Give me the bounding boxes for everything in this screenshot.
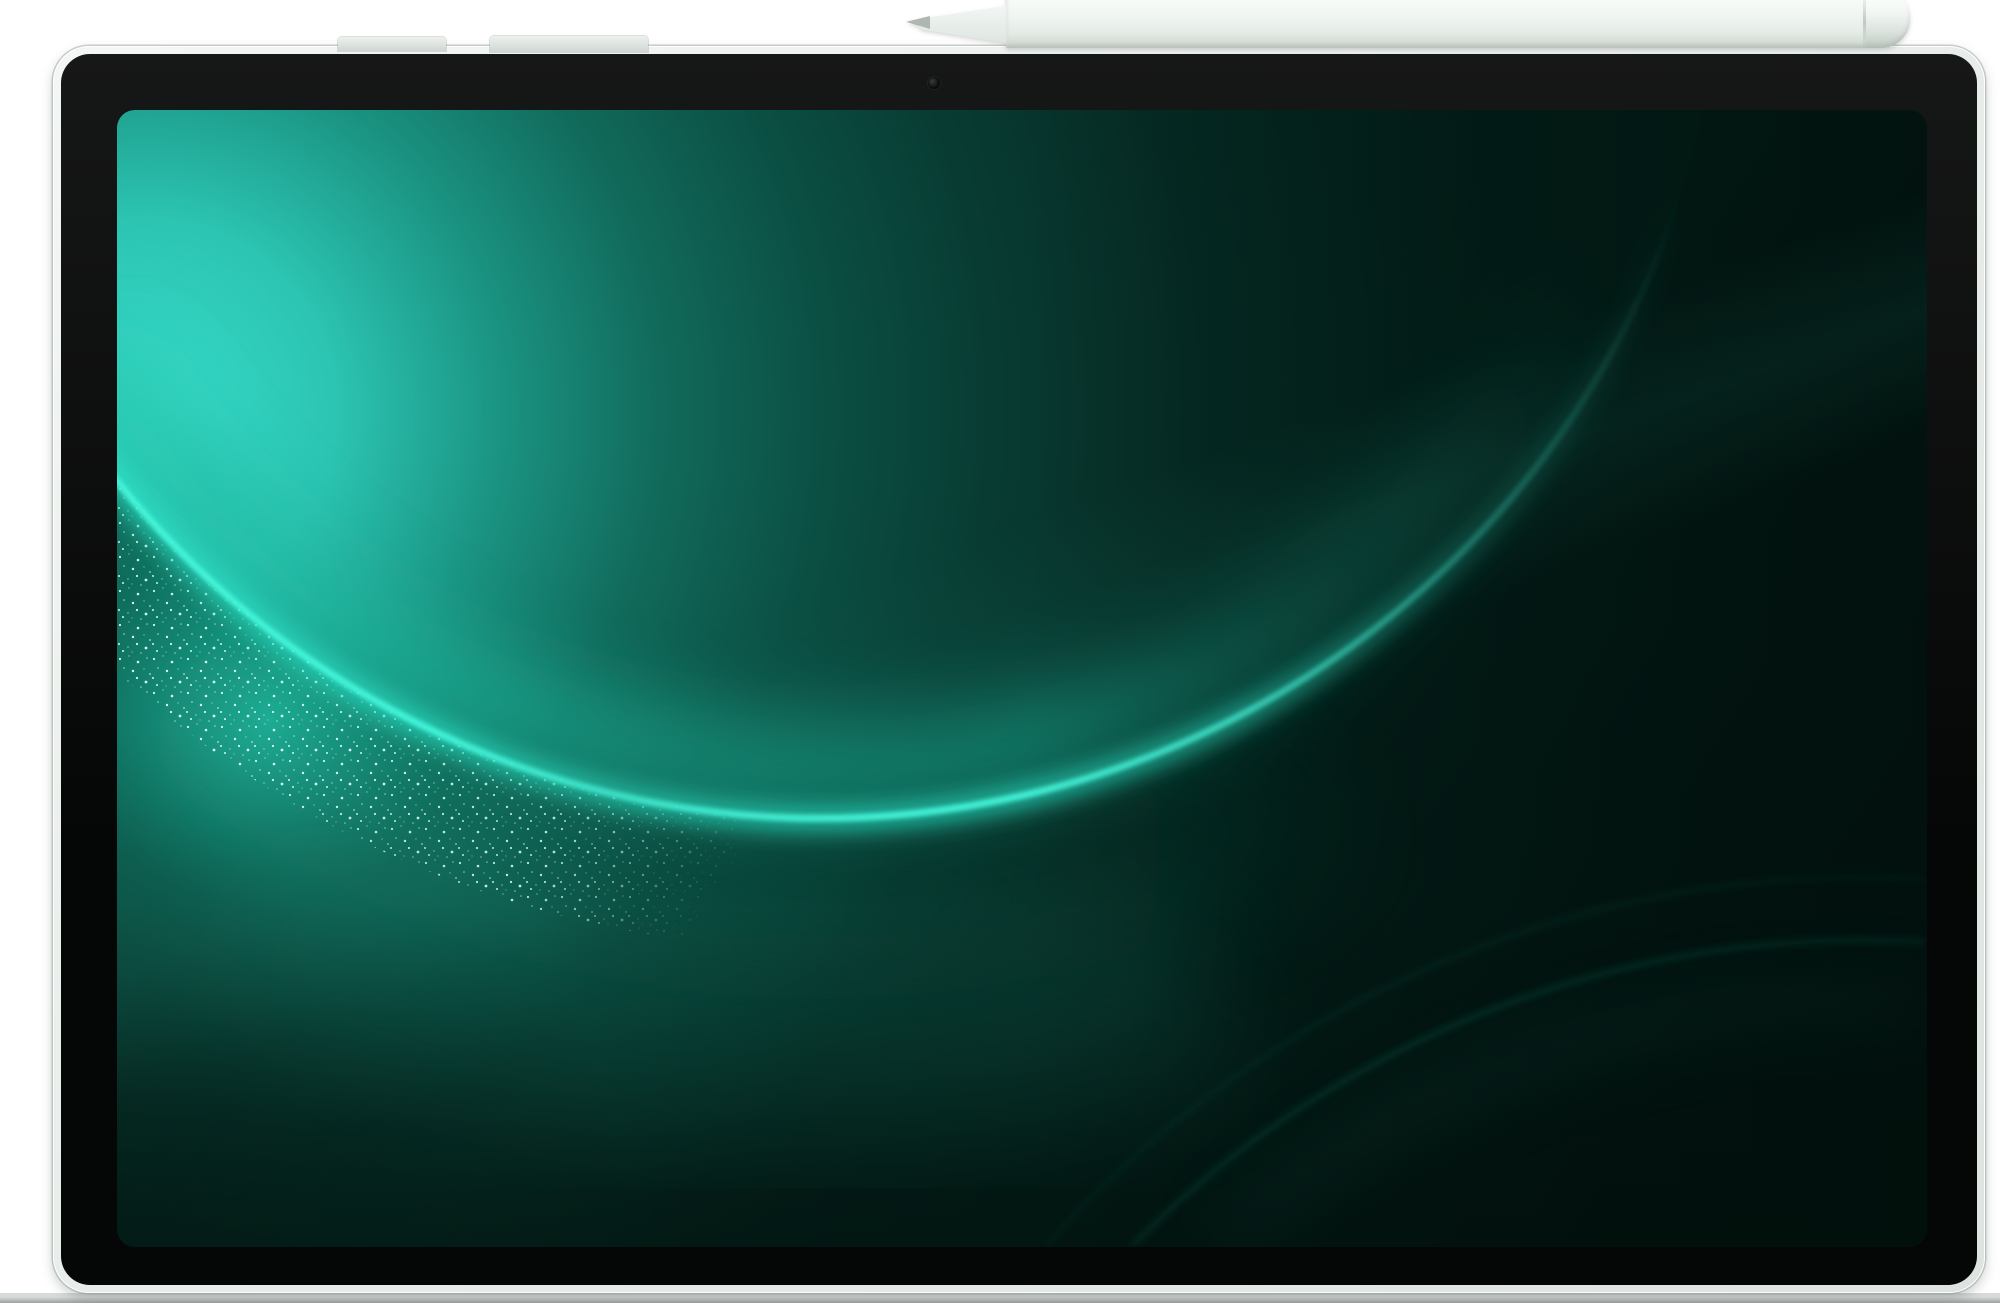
product-photo-stage	[0, 0, 2000, 1303]
volume-rocker	[490, 36, 648, 52]
table-surface-shadow	[0, 1293, 2000, 1303]
screen-sheen	[117, 110, 1927, 1247]
tablet-screen	[117, 110, 1927, 1247]
power-button	[338, 37, 446, 51]
wallpaper	[117, 110, 1927, 1247]
stylus-pen	[856, 0, 1910, 48]
light-sensor-icon	[973, 76, 980, 83]
stylus-nib	[906, 16, 930, 29]
stylus-cap	[1866, 0, 1910, 48]
tablet-device	[53, 46, 1985, 1293]
front-camera-icon	[928, 77, 940, 89]
stylus-body	[1006, 0, 1910, 48]
